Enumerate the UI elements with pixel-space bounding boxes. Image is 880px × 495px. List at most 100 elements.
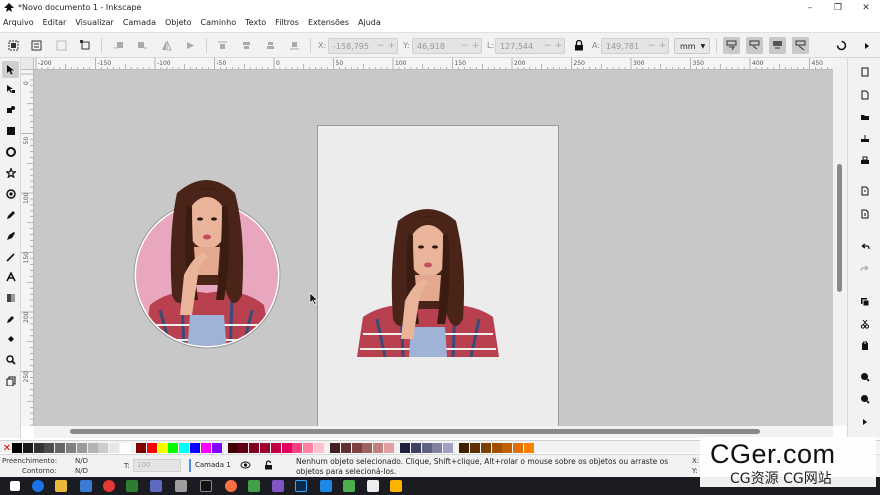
app-icon-yellow[interactable]	[390, 480, 402, 492]
flip-vertical-icon[interactable]	[182, 37, 199, 54]
palette-swatch[interactable]	[260, 443, 270, 453]
palette-swatch[interactable]	[443, 443, 454, 453]
palette-swatch[interactable]	[292, 443, 303, 453]
maximize-button[interactable]: ❐	[824, 0, 852, 15]
palette-swatch[interactable]	[66, 443, 76, 453]
x-decrement-button[interactable]: −	[375, 41, 386, 51]
w-increment-button[interactable]: +	[553, 41, 564, 51]
close-button[interactable]: ✕	[852, 0, 880, 15]
palette-swatch[interactable]	[410, 443, 421, 453]
palette-swatch[interactable]	[303, 443, 314, 453]
menu-caminho[interactable]: Caminho	[201, 18, 237, 27]
raise-icon[interactable]	[238, 37, 255, 54]
new-document-icon[interactable]	[856, 86, 873, 103]
palette-swatch[interactable]	[421, 443, 432, 453]
palette-swatch[interactable]	[362, 443, 373, 453]
lower-icon[interactable]	[262, 37, 279, 54]
more-options-icon[interactable]	[858, 37, 875, 54]
selector-icon[interactable]	[2, 61, 19, 78]
raise-to-top-icon[interactable]	[214, 37, 231, 54]
y-field[interactable]: 46,918 − +	[412, 38, 482, 54]
fill-value[interactable]: N/D	[75, 457, 88, 465]
palette-swatch[interactable]	[227, 443, 238, 453]
palette-swatch[interactable]	[351, 443, 362, 453]
palette-swatch[interactable]	[146, 443, 157, 453]
text-tool-icon[interactable]	[2, 268, 19, 285]
photoshop-icon[interactable]	[295, 480, 307, 492]
palette-swatch[interactable]	[459, 443, 470, 453]
star-tool-icon[interactable]	[2, 164, 19, 181]
zoom-page-icon[interactable]	[856, 63, 873, 80]
opacity-field[interactable]: 100	[133, 459, 181, 472]
cutout-portrait-image[interactable]	[355, 209, 501, 357]
palette-swatch[interactable]	[502, 443, 513, 453]
palette-swatch[interactable]	[470, 443, 480, 453]
stroke-value[interactable]: N/D	[75, 467, 88, 475]
scale-stroke-icon[interactable]	[723, 37, 740, 54]
rotate-cw-icon[interactable]	[134, 37, 151, 54]
palette-swatch[interactable]	[314, 443, 324, 453]
calligraphy-tool-icon[interactable]	[2, 248, 19, 265]
ruler-top[interactable]: -200 -150 -100 -50 0 50 100 150 200 250 300 350 400 4…	[34, 58, 833, 70]
more-commands-icon[interactable]	[856, 413, 873, 430]
palette-swatch[interactable]	[384, 443, 394, 453]
app-icon-green-3[interactable]	[343, 480, 355, 492]
palette-swatch[interactable]	[22, 443, 33, 453]
inkscape-taskbar-icon[interactable]	[200, 480, 212, 492]
menu-camada[interactable]: Camada	[123, 18, 156, 27]
file-explorer-icon[interactable]	[55, 480, 67, 492]
scale-corners-icon[interactable]	[746, 37, 763, 54]
palette-swatch[interactable]	[157, 443, 168, 453]
app-icon-green[interactable]	[126, 480, 138, 492]
rotate-ccw-icon[interactable]	[110, 37, 127, 54]
firefox-icon[interactable]	[225, 480, 237, 492]
palette-swatch[interactable]	[55, 443, 66, 453]
palette-swatch[interactable]	[120, 443, 130, 453]
open-folder-icon[interactable]	[856, 108, 873, 125]
mail-icon[interactable]	[80, 480, 92, 492]
vertical-scrollbar-thumb[interactable]	[837, 164, 842, 292]
palette-swatch[interactable]	[98, 443, 109, 453]
vscode-icon[interactable]	[320, 480, 332, 492]
dropper-tool-icon[interactable]	[2, 310, 19, 327]
pages-tool-icon[interactable]	[2, 372, 19, 389]
app-icon-purple[interactable]	[272, 480, 284, 492]
chrome-icon[interactable]	[103, 480, 115, 492]
lock-proportions-icon[interactable]	[570, 37, 587, 54]
palette-swatch[interactable]	[168, 443, 179, 453]
palette-swatch[interactable]	[87, 443, 98, 453]
palette-swatch[interactable]	[480, 443, 491, 453]
palette-swatch[interactable]	[44, 443, 55, 453]
palette-swatch[interactable]	[270, 443, 281, 453]
y-increment-button[interactable]: +	[470, 41, 481, 51]
h-increment-button[interactable]: +	[657, 41, 668, 51]
spiral-tool-icon[interactable]	[2, 185, 19, 202]
menu-extensoes[interactable]: Extensões	[308, 18, 349, 27]
app-icon-gray[interactable]	[175, 480, 187, 492]
no-paint-swatch[interactable]: ✕	[2, 443, 12, 454]
edge-browser-icon[interactable]	[32, 480, 44, 492]
document-page[interactable]	[317, 125, 559, 426]
horizontal-scrollbar-thumb[interactable]	[70, 429, 760, 434]
undo-icon[interactable]	[856, 238, 873, 255]
palette-swatch[interactable]	[12, 443, 22, 453]
deselect-icon[interactable]	[53, 37, 70, 54]
palette-swatch[interactable]	[491, 443, 502, 453]
palette-swatch[interactable]	[136, 443, 146, 453]
print-icon[interactable]	[856, 152, 873, 169]
rotate-view-icon[interactable]	[833, 37, 850, 54]
zoom-drawing-icon[interactable]	[856, 390, 873, 407]
menu-visualizar[interactable]: Visualizar	[75, 18, 114, 27]
import-icon[interactable]	[856, 182, 873, 199]
w-field[interactable]: 127,544 − +	[495, 38, 565, 54]
palette-swatch[interactable]	[200, 443, 211, 453]
palette-swatch[interactable]	[513, 443, 524, 453]
palette-swatch[interactable]	[179, 443, 190, 453]
cut-icon[interactable]	[856, 315, 873, 332]
menu-editar[interactable]: Editar	[43, 18, 67, 27]
save-icon[interactable]	[856, 130, 873, 147]
palette-swatch[interactable]	[330, 443, 340, 453]
minimize-button[interactable]: –	[796, 0, 824, 15]
copy-icon[interactable]	[856, 293, 873, 310]
windows-start-icon[interactable]	[10, 481, 20, 491]
